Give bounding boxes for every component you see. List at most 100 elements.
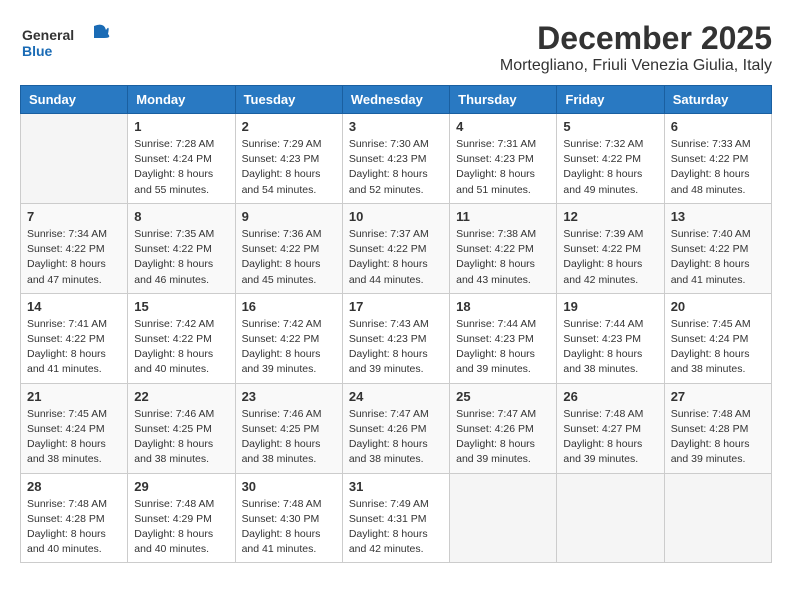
day-number: 28 [27,479,121,494]
location-subtitle: Mortegliano, Friuli Venezia Giulia, Ital… [500,57,772,75]
svg-text:Blue: Blue [22,43,53,59]
calendar-header-row: SundayMondayTuesdayWednesdayThursdayFrid… [21,86,772,114]
day-number: 21 [27,389,121,404]
calendar-cell: 6 Sunrise: 7:33 AM Sunset: 4:22 PM Daylig… [664,114,771,204]
calendar-cell: 3 Sunrise: 7:30 AM Sunset: 4:23 PM Daylig… [342,114,449,204]
calendar-cell: 8 Sunrise: 7:35 AM Sunset: 4:22 PM Daylig… [128,203,235,293]
col-header-wednesday: Wednesday [342,86,449,114]
day-number: 3 [349,119,443,134]
logo: General Blue [20,20,110,70]
day-number: 13 [671,209,765,224]
day-number: 17 [349,299,443,314]
day-info: Sunrise: 7:48 AM Sunset: 4:27 PM Dayligh… [563,407,657,468]
day-info: Sunrise: 7:45 AM Sunset: 4:24 PM Dayligh… [27,407,121,468]
day-info: Sunrise: 7:48 AM Sunset: 4:29 PM Dayligh… [134,497,228,558]
day-number: 8 [134,209,228,224]
col-header-tuesday: Tuesday [235,86,342,114]
calendar-cell: 21 Sunrise: 7:45 AM Sunset: 4:24 PM Dayli… [21,383,128,473]
col-header-friday: Friday [557,86,664,114]
calendar-week-row: 14Sunrise: 7:41 AM Sunset: 4:22 PM Dayli… [21,293,772,383]
day-info: Sunrise: 7:32 AM Sunset: 4:22 PM Dayligh… [563,137,657,198]
col-header-saturday: Saturday [664,86,771,114]
day-number: 25 [456,389,550,404]
logo-block: General Blue [20,20,110,70]
page-header: General Blue December 2025 Mortegliano, … [20,20,772,75]
month-year-title: December 2025 [500,20,772,57]
day-info: Sunrise: 7:40 AM Sunset: 4:22 PM Dayligh… [671,227,765,288]
day-info: Sunrise: 7:48 AM Sunset: 4:28 PM Dayligh… [671,407,765,468]
calendar-cell: 1Sunrise: 7:28 AM Sunset: 4:24 PM Daylig… [128,114,235,204]
calendar-cell: 17 Sunrise: 7:43 AM Sunset: 4:23 PM Dayli… [342,293,449,383]
day-number: 2 [242,119,336,134]
calendar-cell: 28Sunrise: 7:48 AM Sunset: 4:28 PM Dayli… [21,473,128,563]
calendar-week-row: 1Sunrise: 7:28 AM Sunset: 4:24 PM Daylig… [21,114,772,204]
calendar-cell: 30 Sunrise: 7:48 AM Sunset: 4:30 PM Dayli… [235,473,342,563]
day-number: 20 [671,299,765,314]
day-number: 26 [563,389,657,404]
day-number: 30 [242,479,336,494]
calendar-cell: 9Sunrise: 7:36 AM Sunset: 4:22 PM Daylig… [235,203,342,293]
day-info: Sunrise: 7:42 AM Sunset: 4:22 PM Dayligh… [134,317,228,378]
day-info: Sunrise: 7:46 AM Sunset: 4:25 PM Dayligh… [242,407,336,468]
calendar-cell: 11Sunrise: 7:38 AM Sunset: 4:22 PM Dayli… [450,203,557,293]
day-number: 10 [349,209,443,224]
day-number: 11 [456,209,550,224]
calendar-cell: 29 Sunrise: 7:48 AM Sunset: 4:29 PM Dayli… [128,473,235,563]
calendar-cell: 19 Sunrise: 7:44 AM Sunset: 4:23 PM Dayli… [557,293,664,383]
day-info: Sunrise: 7:36 AM Sunset: 4:22 PM Dayligh… [242,227,336,288]
day-info: Sunrise: 7:44 AM Sunset: 4:23 PM Dayligh… [563,317,657,378]
day-number: 22 [134,389,228,404]
day-info: Sunrise: 7:47 AM Sunset: 4:26 PM Dayligh… [349,407,443,468]
calendar-cell: 13 Sunrise: 7:40 AM Sunset: 4:22 PM Dayli… [664,203,771,293]
calendar-week-row: 7 Sunrise: 7:34 AM Sunset: 4:22 PM Daylig… [21,203,772,293]
day-info: Sunrise: 7:46 AM Sunset: 4:25 PM Dayligh… [134,407,228,468]
day-number: 7 [27,209,121,224]
col-header-thursday: Thursday [450,86,557,114]
day-number: 23 [242,389,336,404]
day-info: Sunrise: 7:49 AM Sunset: 4:31 PM Dayligh… [349,497,443,558]
calendar-cell: 5 Sunrise: 7:32 AM Sunset: 4:22 PM Daylig… [557,114,664,204]
calendar-cell: 22 Sunrise: 7:46 AM Sunset: 4:25 PM Dayli… [128,383,235,473]
day-info: Sunrise: 7:48 AM Sunset: 4:30 PM Dayligh… [242,497,336,558]
day-number: 12 [563,209,657,224]
day-info: Sunrise: 7:42 AM Sunset: 4:22 PM Dayligh… [242,317,336,378]
day-info: Sunrise: 7:35 AM Sunset: 4:22 PM Dayligh… [134,227,228,288]
calendar-cell: 2 Sunrise: 7:29 AM Sunset: 4:23 PM Daylig… [235,114,342,204]
day-info: Sunrise: 7:29 AM Sunset: 4:23 PM Dayligh… [242,137,336,198]
calendar-cell: 12 Sunrise: 7:39 AM Sunset: 4:22 PM Dayli… [557,203,664,293]
calendar-cell: 10 Sunrise: 7:37 AM Sunset: 4:22 PM Dayli… [342,203,449,293]
calendar-cell: 18 Sunrise: 7:44 AM Sunset: 4:23 PM Dayli… [450,293,557,383]
day-number: 14 [27,299,121,314]
day-info: Sunrise: 7:45 AM Sunset: 4:24 PM Dayligh… [671,317,765,378]
day-info: Sunrise: 7:34 AM Sunset: 4:22 PM Dayligh… [27,227,121,288]
day-info: Sunrise: 7:44 AM Sunset: 4:23 PM Dayligh… [456,317,550,378]
day-info: Sunrise: 7:39 AM Sunset: 4:22 PM Dayligh… [563,227,657,288]
calendar-cell: 27 Sunrise: 7:48 AM Sunset: 4:28 PM Dayli… [664,383,771,473]
calendar-table: SundayMondayTuesdayWednesdayThursdayFrid… [20,85,772,563]
day-info: Sunrise: 7:33 AM Sunset: 4:22 PM Dayligh… [671,137,765,198]
day-info: Sunrise: 7:43 AM Sunset: 4:23 PM Dayligh… [349,317,443,378]
day-number: 27 [671,389,765,404]
day-number: 29 [134,479,228,494]
day-info: Sunrise: 7:37 AM Sunset: 4:22 PM Dayligh… [349,227,443,288]
calendar-cell: 26 Sunrise: 7:48 AM Sunset: 4:27 PM Dayli… [557,383,664,473]
svg-text:General: General [22,27,74,43]
day-number: 31 [349,479,443,494]
calendar-cell: 16Sunrise: 7:42 AM Sunset: 4:22 PM Dayli… [235,293,342,383]
day-number: 6 [671,119,765,134]
calendar-week-row: 28Sunrise: 7:48 AM Sunset: 4:28 PM Dayli… [21,473,772,563]
calendar-cell: 23 Sunrise: 7:46 AM Sunset: 4:25 PM Dayli… [235,383,342,473]
day-number: 4 [456,119,550,134]
calendar-cell: 31 Sunrise: 7:49 AM Sunset: 4:31 PM Dayli… [342,473,449,563]
calendar-cell: 7 Sunrise: 7:34 AM Sunset: 4:22 PM Daylig… [21,203,128,293]
day-info: Sunrise: 7:30 AM Sunset: 4:23 PM Dayligh… [349,137,443,198]
day-number: 19 [563,299,657,314]
calendar-cell [664,473,771,563]
day-number: 18 [456,299,550,314]
day-number: 5 [563,119,657,134]
calendar-cell: 15Sunrise: 7:42 AM Sunset: 4:22 PM Dayli… [128,293,235,383]
day-info: Sunrise: 7:47 AM Sunset: 4:26 PM Dayligh… [456,407,550,468]
calendar-cell: 4Sunrise: 7:31 AM Sunset: 4:23 PM Daylig… [450,114,557,204]
calendar-cell [450,473,557,563]
day-info: Sunrise: 7:28 AM Sunset: 4:24 PM Dayligh… [134,137,228,198]
